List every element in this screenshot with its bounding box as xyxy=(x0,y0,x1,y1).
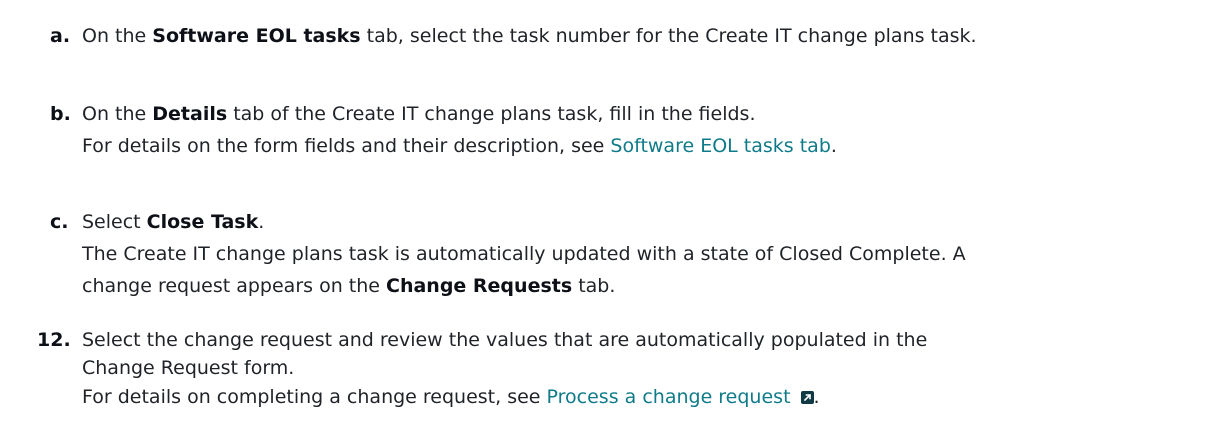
step-b-line-1: On the Details tab of the Create IT chan… xyxy=(82,101,755,127)
step-b-marker: b. xyxy=(50,103,71,125)
step-b-text-after: tab of the Create IT change plans task, … xyxy=(227,103,756,125)
document-body: a. On the Software EOL tasks tab, select… xyxy=(0,0,1228,429)
step-b-ui-term: Details xyxy=(152,103,228,125)
step-c-line-3: change request appears on the Change Req… xyxy=(82,273,615,299)
software-eol-tasks-tab-link[interactable]: Software EOL tasks tab xyxy=(610,135,830,157)
step-12-marker: 12. xyxy=(37,329,71,351)
step-b-line2-after: . xyxy=(830,135,837,157)
step-a-text-before: On the xyxy=(82,25,153,47)
step-c-line3-ui-term: Change Requests xyxy=(386,275,573,297)
step-12-line3-before: For details on completing a change reque… xyxy=(82,386,547,408)
step-c-line3-before: change request appears on the xyxy=(82,275,386,297)
step-c-marker: c. xyxy=(50,211,69,233)
step-c-line-1: Select Close Task. xyxy=(82,209,264,235)
step-b-line2-before: For details on the form fields and their… xyxy=(82,135,611,157)
step-b-line-2: For details on the form fields and their… xyxy=(82,133,837,159)
step-a-text-after: tab, select the task number for the Crea… xyxy=(360,25,977,47)
step-c-text-before: Select xyxy=(82,211,147,233)
step-c-text-after: . xyxy=(258,211,265,233)
step-c-line-2: The Create IT change plans task is autom… xyxy=(82,243,966,265)
step-12-line-2: Change Request form. xyxy=(82,357,295,379)
step-12-line-3: For details on completing a change reque… xyxy=(82,384,820,410)
step-c-ui-term: Close Task xyxy=(146,211,259,233)
step-c-line3-after: tab. xyxy=(572,275,616,297)
step-12-line3-after: . xyxy=(813,386,820,408)
step-b-text-before: On the xyxy=(82,103,153,125)
step-a-ui-term: Software EOL tasks xyxy=(152,25,361,47)
step-a-marker: a. xyxy=(50,25,71,47)
external-link-icon[interactable] xyxy=(800,391,814,404)
process-change-request-link[interactable]: Process a change request xyxy=(547,386,791,408)
step-12-line-1: Select the change request and review the… xyxy=(82,329,928,351)
step-a-line: On the Software EOL tasks tab, select th… xyxy=(82,23,977,49)
